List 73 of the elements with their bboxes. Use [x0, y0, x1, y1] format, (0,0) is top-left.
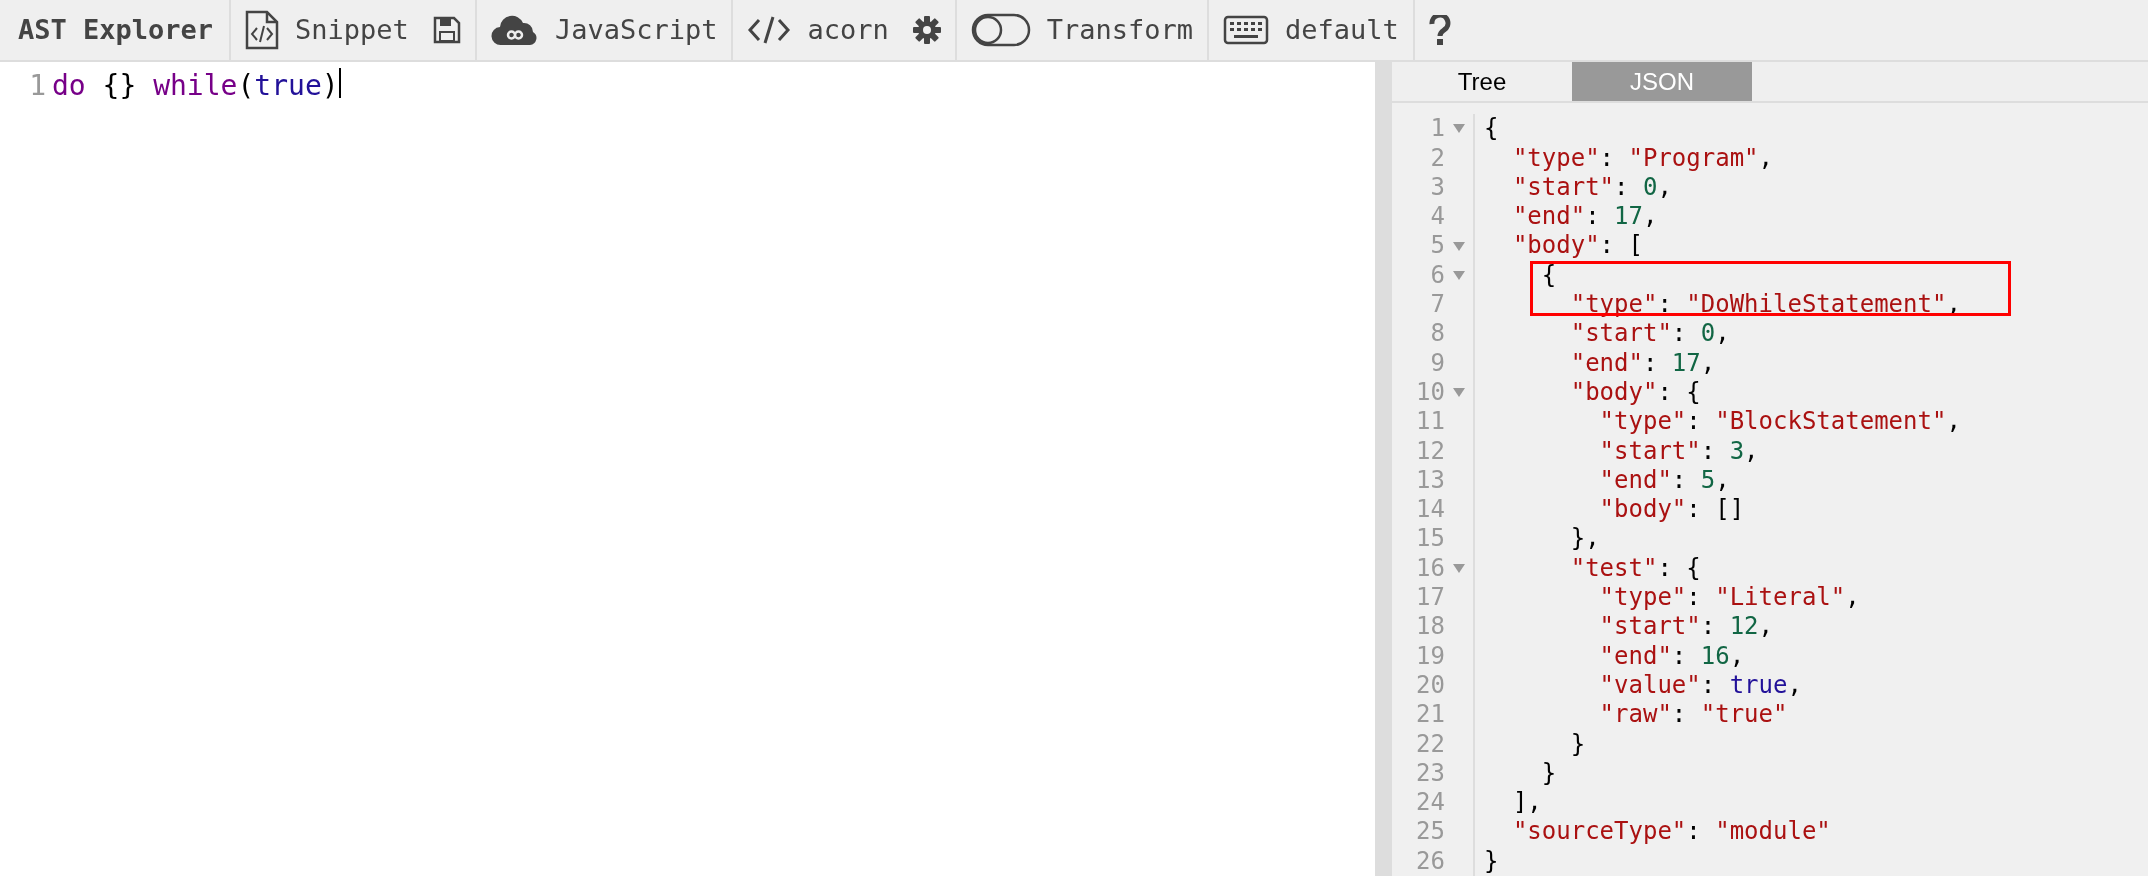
line-number: 11	[1416, 407, 1445, 437]
code-line: }	[1540, 758, 1557, 789]
code-line: "type": "Program",	[1511, 143, 1773, 173]
help-icon	[1428, 15, 1451, 45]
code-line: }	[1569, 729, 1586, 759]
line-number: 18	[1416, 612, 1445, 642]
line-number: 21	[1416, 700, 1445, 730]
fold-icon[interactable]	[1453, 124, 1465, 134]
line-number: 2	[1430, 143, 1445, 173]
code-line: "type": "BlockStatement",	[1598, 407, 1961, 437]
line-number: 26	[1416, 846, 1445, 876]
code-line: {	[1540, 260, 1557, 291]
line-number: 15	[1416, 524, 1445, 554]
code-line: "start": 0,	[1569, 319, 1730, 349]
line-number: 3	[1430, 172, 1445, 203]
snippet-button[interactable]: Snippet	[241, 8, 413, 52]
cloud-icon	[490, 14, 539, 46]
line-number: 10	[1416, 377, 1445, 408]
line-number: 7	[1430, 290, 1445, 320]
line-number: 12	[1416, 436, 1445, 466]
text-cursor	[338, 68, 341, 98]
keymap-button[interactable]: default	[1219, 8, 1403, 52]
line-number: 4	[1430, 202, 1445, 232]
code-line: "start": 3,	[1598, 436, 1759, 466]
code-line: "sourceType": "module"	[1511, 817, 1831, 847]
code-line: "raw": "true"	[1598, 700, 1788, 730]
line-number: 24	[1416, 788, 1445, 818]
code-line: ],	[1511, 788, 1542, 818]
code-icon	[747, 15, 792, 45]
fold-icon[interactable]	[1453, 388, 1465, 398]
line-number: 17	[1416, 583, 1445, 613]
line-number: 14	[1416, 495, 1445, 525]
code-line: "body": {	[1569, 377, 1701, 408]
code-line: "start": 12,	[1598, 612, 1773, 642]
code-line: "test": {	[1569, 553, 1701, 584]
code-line: {	[1483, 114, 1499, 144]
line-number: 9	[1430, 348, 1445, 378]
line-number: 19	[1416, 641, 1445, 671]
code-line: "end": 5,	[1598, 465, 1730, 496]
toggle-icon	[970, 13, 1031, 47]
transform-toggle[interactable]: Transform	[966, 8, 1198, 52]
language-button[interactable]: JavaScript	[486, 8, 722, 52]
code-line: },	[1569, 524, 1600, 554]
fold-icon[interactable]	[1453, 563, 1465, 573]
line-number: 1	[1430, 114, 1445, 144]
app-title: AST Explorer	[17, 12, 215, 47]
line-number: 22	[1416, 729, 1445, 759]
code-line: "type": "Literal",	[1598, 583, 1860, 613]
line-number: 6	[1430, 260, 1445, 291]
fold-icon[interactable]	[1453, 241, 1465, 251]
code-line: "value": true,	[1598, 670, 1802, 701]
save-icon	[432, 16, 461, 44]
line-number: 13	[1416, 465, 1445, 496]
line-number: 16	[1416, 553, 1445, 584]
file-code-icon	[245, 10, 280, 50]
line-number: 8	[1430, 319, 1445, 349]
code-line: }	[1483, 846, 1499, 876]
tab[interactable]: Tree	[1392, 62, 1572, 102]
fold-icon[interactable]	[1453, 270, 1465, 280]
line-number: 5	[1430, 231, 1445, 261]
code-line: "end": 17,	[1511, 202, 1658, 232]
keyboard-icon	[1223, 15, 1270, 45]
line-number: 20	[1416, 670, 1445, 701]
code-line: "body": []	[1598, 495, 1745, 525]
code-line: "end": 17,	[1569, 348, 1716, 378]
code-line: "start": 0,	[1511, 172, 1672, 203]
code-line: "end": 16,	[1598, 641, 1745, 671]
line-number: 25	[1416, 817, 1445, 847]
parser-button[interactable]: acorn	[743, 8, 893, 52]
line-number: 1	[28, 68, 47, 104]
code-line: "body": [	[1511, 231, 1643, 261]
code-line: do {} while(true)	[52, 68, 339, 104]
line-number: 23	[1416, 758, 1445, 789]
